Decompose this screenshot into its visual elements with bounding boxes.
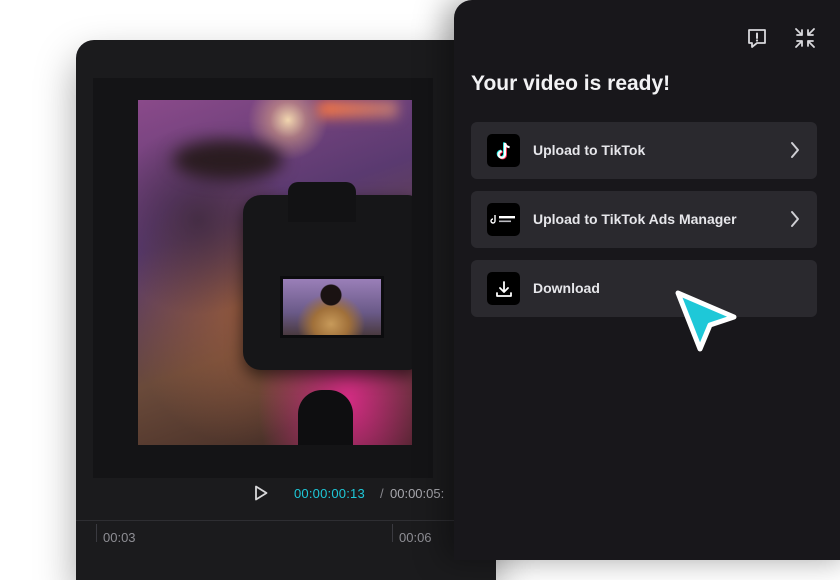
- camera-viewfinder: [288, 182, 356, 222]
- total-time: 00:00:05:: [390, 486, 445, 501]
- option-label: Upload to TikTok: [533, 142, 646, 158]
- upload-tiktok-button[interactable]: Upload to TikTok: [471, 122, 817, 179]
- current-time: 00:00:00:13: [294, 486, 365, 501]
- option-label: Download: [533, 280, 600, 296]
- tripod: [298, 390, 353, 445]
- tiktok-icon: [487, 134, 520, 167]
- download-icon: [487, 272, 520, 305]
- camera-screen: [280, 276, 384, 338]
- download-button[interactable]: Download: [471, 260, 817, 317]
- panel-title: Your video is ready!: [471, 72, 671, 95]
- timeline-tick-line: [96, 524, 97, 542]
- feedback-icon: [748, 29, 766, 48]
- play-button[interactable]: [254, 485, 268, 501]
- chevron-right-icon: [789, 209, 801, 229]
- play-icon: [255, 485, 268, 501]
- neon-light: [318, 100, 398, 118]
- timeline-tick-label: 00:03: [103, 530, 136, 545]
- editor-window: 00:00:00:13 / 00:00:05: 00:03 00:06: [76, 40, 496, 580]
- feedback-button[interactable]: [745, 26, 769, 50]
- timeline-tick-line: [392, 524, 393, 542]
- video-preview[interactable]: [138, 100, 412, 445]
- preview-area: [93, 78, 433, 478]
- chevron-right-icon: [789, 140, 801, 160]
- collapse-button[interactable]: [793, 26, 817, 50]
- upload-tiktok-ads-manager-button[interactable]: Upload to TikTok Ads Manager: [471, 191, 817, 248]
- pointer-cursor-icon: [675, 290, 737, 352]
- export-panel: Your video is ready! Upload to TikTok Up: [454, 0, 840, 560]
- collapse-icon: [795, 28, 815, 48]
- time-separator: /: [380, 486, 384, 501]
- timeline-tick-label: 00:06: [399, 530, 432, 545]
- playback-controls: 00:00:00:13 / 00:00:05:: [76, 478, 496, 508]
- tiktok-business-icon: [487, 203, 520, 236]
- background-hat: [173, 140, 283, 180]
- timeline-ruler[interactable]: [76, 520, 496, 521]
- option-label: Upload to TikTok Ads Manager: [533, 211, 737, 227]
